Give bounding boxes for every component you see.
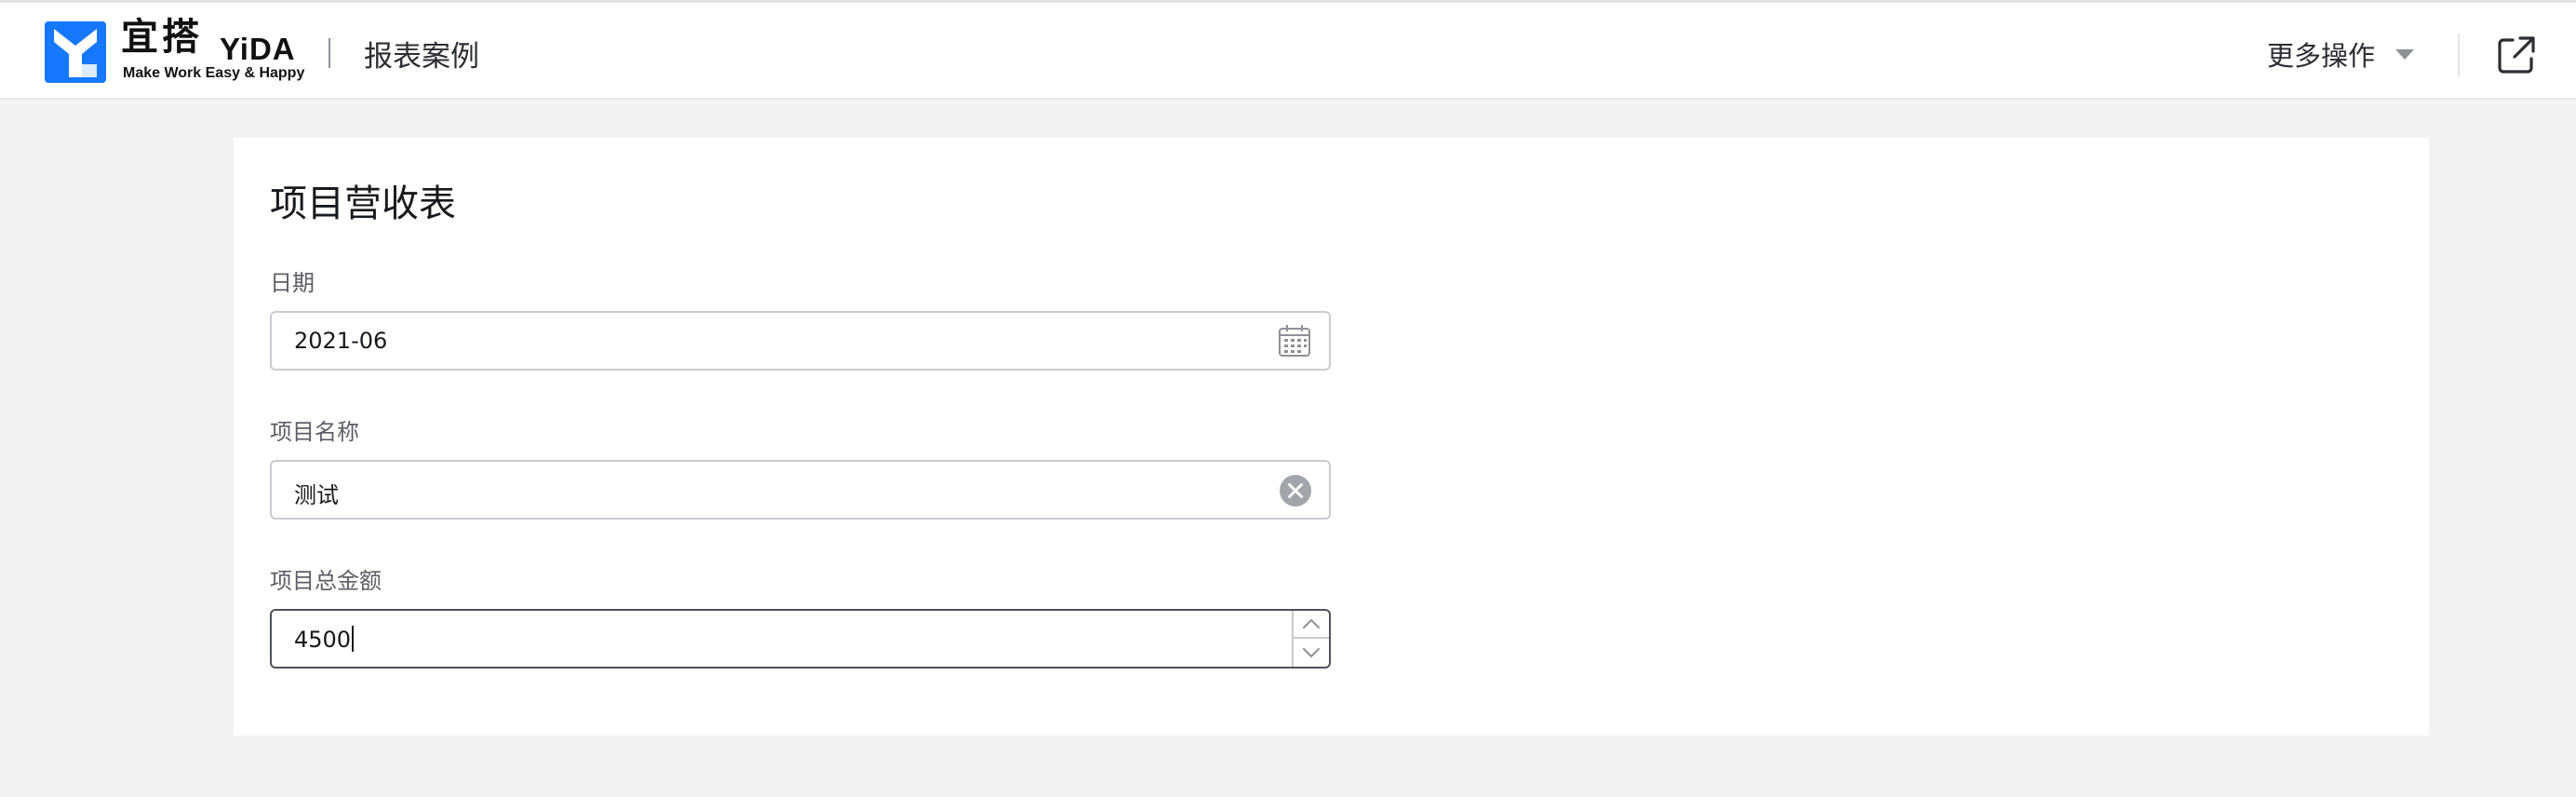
more-actions-label: 更多操作 <box>2267 40 2376 72</box>
calendar-icon[interactable] <box>1277 323 1312 358</box>
date-picker-input[interactable]: 2021-06 <box>270 311 1331 371</box>
chevron-down-icon <box>1303 648 1320 657</box>
project-name-value: 测试 <box>294 482 339 508</box>
total-amount-number-input[interactable]: 4500 <box>270 609 1331 669</box>
chevron-up-icon <box>1303 619 1320 628</box>
more-actions-dropdown[interactable]: 更多操作 <box>2267 34 2415 74</box>
clear-icon[interactable] <box>1279 474 1312 507</box>
top-header: 宜搭 YiDA Make Work Easy & Happy 报表案例 更多操作 <box>0 0 2576 100</box>
date-field-label: 日期 <box>270 270 315 296</box>
brand-name: 宜搭 <box>121 16 203 59</box>
project-name-label: 项目名称 <box>270 419 359 445</box>
date-field-value: 2021-06 <box>294 328 388 354</box>
page-title: 报表案例 <box>364 40 479 74</box>
total-amount-label: 项目总金额 <box>270 568 382 594</box>
stepper-down-button[interactable] <box>1294 639 1329 667</box>
open-external-icon[interactable] <box>2494 33 2539 77</box>
brand-slogan: Make Work Easy & Happy <box>123 65 305 81</box>
stepper-up-button[interactable] <box>1294 611 1329 639</box>
brand-name-en: YiDA <box>220 32 296 66</box>
quantity-stepper <box>1292 611 1329 667</box>
form-card: 项目营收表 日期 2021-06 项目名称 测试 项目总金额 4500 <box>234 138 2429 736</box>
project-name-input[interactable]: 测试 <box>270 460 1331 520</box>
total-amount-value: 4500 <box>294 626 355 653</box>
header-separator <box>2458 34 2460 76</box>
caret-down-icon <box>2395 48 2415 60</box>
form-title: 项目营收表 <box>270 182 456 225</box>
yida-logo-icon[interactable] <box>45 21 106 83</box>
header-divider <box>329 38 330 68</box>
